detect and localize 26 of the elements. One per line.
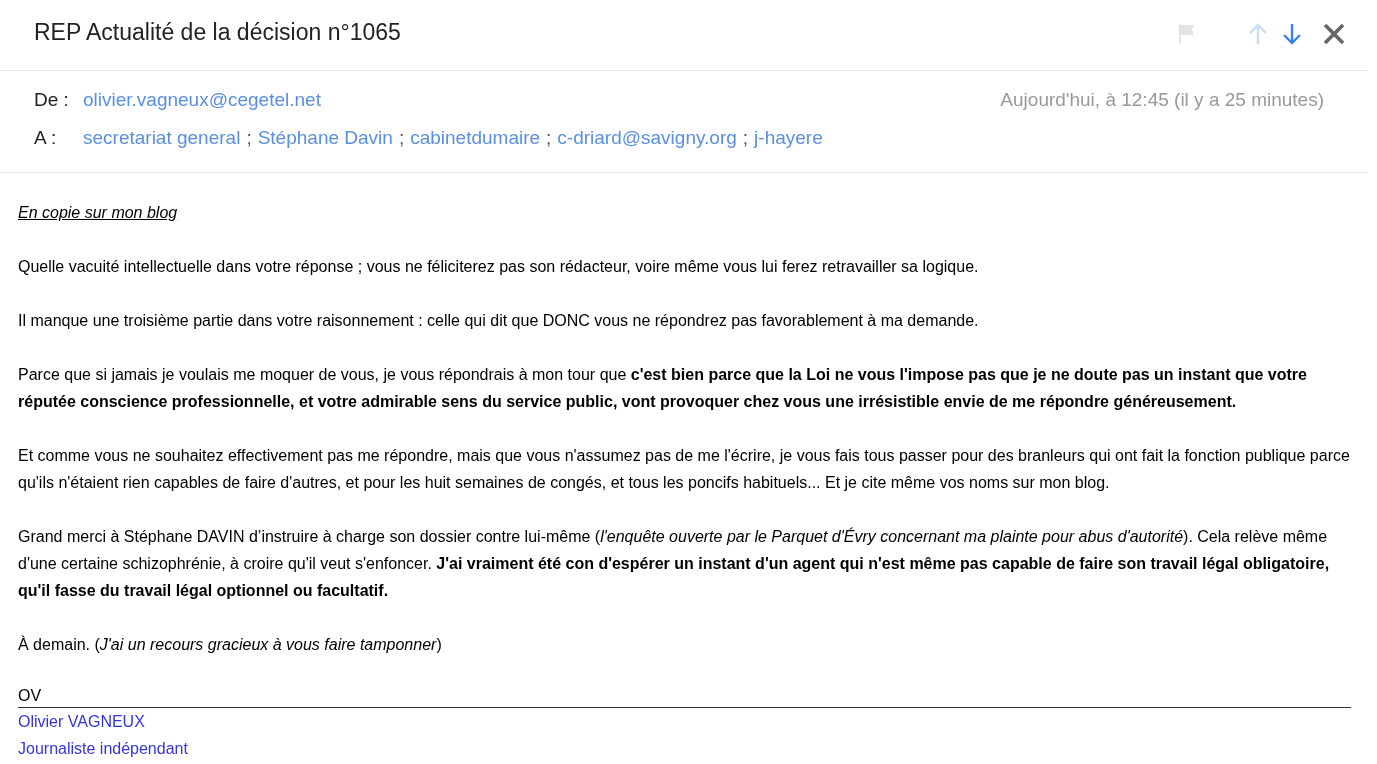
recipient-link[interactable]: cabinetdumaire — [410, 127, 541, 149]
separator: ; — [398, 127, 405, 149]
separator: ; — [546, 127, 552, 149]
paragraph: Parce que si jamais je voulais me moquer de vous, je vous répondrais à mon tour que c'est bien parce que la Loi ne vous l'impose pas que je ne doute pas un instant que votre réputée conscience professionnelle, et votre admirable sens du service public, vont provoquer chez vous une irrésistible envie de me répondre généreusement. — [18, 365, 1308, 412]
signature-line: Olivier VAGNEUX — [18, 712, 146, 732]
recipient-link[interactable]: c-driard@savigny.org — [557, 127, 737, 149]
close-icon[interactable] — [1323, 23, 1345, 45]
initials: OV — [18, 686, 43, 706]
separator: ; — [246, 127, 252, 149]
paragraph: Et comme vous ne souhaitez effectivement pas me répondre, mais que vous n'assumez pas de me l'écrire, je vous fais tous passer pour des branleurs qui ont fait la fonction publique parce qu'ils n'étaient rien capables de faire d'autres, et pour les huit semaines de congés, et tous les poncifs habituels... Et je cite même vos noms sur mon blog. — [18, 446, 1351, 493]
paragraph: Grand merci à Stéphane DAVIN d’instruire à charge son dossier contre lui-même (l'enquête ouverte par le Parquet d'Évry concernant ma plainte pour abus d'autorité). Cela relève même d'une certaine schizophrénie, à croire qu'il veut s'enfoncer. J'ai vraiment été con d'espérer un instant d'un agent qui n'est même pas capable de faire son travail légal obligatoire, qu'il fasse du travail légal optionnel ou facultatif. — [18, 526, 1331, 601]
paragraph: À demain. (J'ai un recours gracieux à vous faire tamponner) — [18, 634, 443, 655]
from-label: De : — [34, 89, 70, 111]
recipient-link[interactable]: j-hayere — [754, 127, 823, 149]
paragraph: Quelle vacuité intellectuelle dans votre réponse ; vous ne féliciterez pas son rédacteur, voire même vous lui ferez retravailler sa logique. — [18, 257, 980, 277]
email-subject: REP Actualité de la décision n°1065 — [34, 18, 401, 46]
paragraph: Il manque une troisième partie dans votre raisonnement : celle qui dit que DONC vous ne répondrez pas favorablement à ma demande. — [18, 311, 980, 331]
email-date: Aujourd'hui, à 12:45 (il y a 25 minutes) — [1000, 89, 1324, 111]
separator: ; — [742, 127, 749, 149]
recipient-link[interactable]: Stéphane Davin — [257, 127, 393, 149]
recipient-link[interactable]: secretariat general — [83, 127, 241, 149]
to-label: A : — [34, 127, 58, 149]
arrow-down-icon[interactable] — [1281, 22, 1303, 46]
signature-line: Journaliste indépendant — [18, 739, 189, 759]
sender-link[interactable]: olivier.vagneux@cegetel.net — [83, 89, 321, 111]
blog-link[interactable]: En copie sur mon blog — [18, 204, 178, 221]
